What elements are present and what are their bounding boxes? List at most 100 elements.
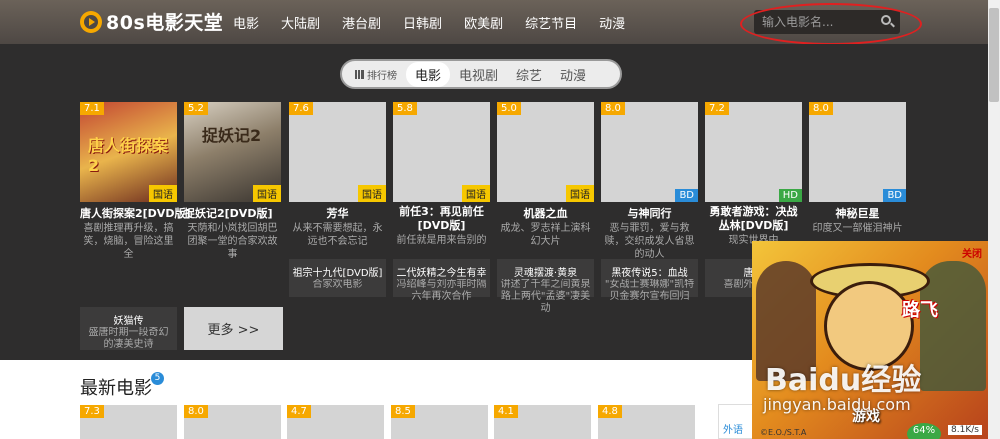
quality-tag: BD: [675, 189, 698, 202]
movie-poster[interactable]: 7.6 国语: [289, 102, 386, 202]
language-tag: 国语: [358, 185, 386, 202]
text-movie-desc: "女战士赛琳娜"凯特贝金赛尔宣布回归: [604, 279, 695, 302]
nav-variety[interactable]: 综艺节目: [525, 13, 577, 32]
side-category-label: 外语: [723, 425, 743, 436]
play-logo-icon: [80, 10, 102, 33]
language-tag: 国语: [462, 185, 490, 202]
highlight-circle: [740, 3, 922, 45]
text-movie-desc: 合家欢电影: [312, 279, 363, 290]
score-badge: 7.2: [705, 102, 729, 115]
count-badge: 5: [151, 372, 164, 385]
text-movie-title[interactable]: 祖宗十九代[DVD版]: [289, 264, 386, 279]
language-tag: 国语: [253, 185, 281, 202]
movie-card[interactable]: 捉妖记2 5.2 国语 捉妖记2[DVD版] 天荫和小岚找回胡巴团聚一堂的合家欢…: [184, 102, 281, 261]
more-button[interactable]: 更多 >>: [184, 307, 283, 350]
nav-movie[interactable]: 电影: [233, 13, 259, 32]
latest-movie-card[interactable]: 8.5: [391, 405, 488, 439]
section-title: 最新电影: [80, 378, 152, 399]
movie-card[interactable]: 8.0 BD 与神同行 恶与罪罚，爱与救赎，交织成发人省思的动人: [601, 102, 698, 261]
tab-tv[interactable]: 电视剧: [450, 62, 507, 87]
score-badge: 7.3: [80, 405, 104, 418]
poster-title: 唐人街探案2: [88, 136, 169, 175]
ad-character-name: 路飞: [902, 300, 938, 321]
nav-mainland-drama[interactable]: 大陆剧: [281, 13, 320, 32]
movie-title[interactable]: 前任3：再见前任[DVD版]: [393, 205, 490, 233]
ad-close-button[interactable]: 关闭: [962, 245, 982, 260]
movie-card[interactable]: 5.8 国语 前任3：再见前任[DVD版] 前任就是用来告别的: [393, 102, 490, 247]
score-badge: 4.7: [287, 405, 311, 418]
movie-card[interactable]: 唐人街探案2 7.1 国语 唐人街探案2[DVD版] 喜剧推理再升级，搞笑，烧脑…: [80, 102, 190, 261]
movie-desc: 天荫和小岚找回胡巴团聚一堂的合家欢故事: [187, 223, 278, 260]
nav-hk-tw-drama[interactable]: 港台剧: [342, 13, 381, 32]
movie-poster[interactable]: 5.0 国语: [497, 102, 594, 202]
text-movie-item[interactable]: 妖猫传 盛唐时期一段奇幻的凄美史诗: [80, 307, 177, 350]
movie-card[interactable]: 7.2 HD 勇敢者游戏：决战丛林[DVD版] 现实世界中: [705, 102, 802, 247]
latest-movie-card[interactable]: 7.3: [80, 405, 177, 439]
text-movie-desc: 讲述了千年之间黄泉路上两代"孟婆"凄美动: [500, 279, 591, 314]
movie-poster[interactable]: 8.0 BD: [601, 102, 698, 202]
tab-ranking-label: 排行榜: [367, 70, 397, 82]
movie-title[interactable]: 与神同行: [601, 205, 698, 221]
tab-ranking[interactable]: 排行榜: [346, 64, 406, 85]
movie-poster[interactable]: 8.0 BD: [809, 102, 906, 202]
text-movie-item[interactable]: 灵魂摆渡·黄泉 讲述了千年之间黄泉路上两代"孟婆"凄美动: [497, 259, 594, 314]
quality-tag: HD: [778, 189, 802, 202]
movie-card[interactable]: 5.0 国语 机器之血 成龙、罗志祥上演科幻大片: [497, 102, 594, 248]
latest-movie-card[interactable]: 8.0: [184, 405, 281, 439]
score-badge: 8.0: [184, 405, 208, 418]
movie-title[interactable]: 勇敢者游戏：决战丛林[DVD版]: [705, 205, 802, 233]
movie-poster[interactable]: 捉妖记2 5.2 国语: [184, 102, 281, 202]
movie-card[interactable]: 8.0 BD 神秘巨星 印度又一部催泪神片: [809, 102, 906, 235]
score-badge: 4.1: [494, 405, 518, 418]
tab-variety[interactable]: 综艺: [507, 62, 551, 87]
tab-anime[interactable]: 动漫: [551, 62, 595, 87]
score-badge: 5.8: [393, 102, 417, 115]
latest-movie-card[interactable]: 4.8: [598, 405, 695, 439]
movie-card[interactable]: 7.6 国语 芳华 从来不需要想起，永远也不会忘记: [289, 102, 386, 248]
language-tag: 国语: [149, 185, 177, 202]
movie-poster[interactable]: 5.8 国语: [393, 102, 490, 202]
movie-title[interactable]: 机器之血: [497, 205, 594, 221]
text-movie-title[interactable]: 妖猫传: [80, 312, 177, 327]
movie-title[interactable]: 捉妖记2[DVD版]: [184, 205, 281, 221]
text-movie-item[interactable]: 二代妖精之今生有幸 冯绍峰与刘亦菲时隔六年再次合作: [393, 259, 490, 302]
movie-desc: 前任就是用来告别的: [396, 235, 487, 246]
text-movie-title[interactable]: 黑夜传说5：血战: [601, 264, 698, 279]
nav-anime[interactable]: 动漫: [599, 13, 625, 32]
movie-desc: 从来不需要想起，永远也不会忘记: [292, 223, 383, 247]
nav-jp-kr-drama[interactable]: 日韩剧: [403, 13, 442, 32]
category-tabs: 排行榜 电影 电视剧 综艺 动漫: [340, 59, 622, 89]
latest-movie-card[interactable]: 4.1: [494, 405, 591, 439]
side-category-box[interactable]: 外语: [718, 404, 754, 439]
latest-movie-card[interactable]: 4.7: [287, 405, 384, 439]
score-badge: 8.5: [391, 405, 415, 418]
bar-chart-icon: [355, 69, 364, 79]
score-badge: 7.6: [289, 102, 313, 115]
tab-movie[interactable]: 电影: [406, 61, 451, 87]
movie-poster[interactable]: 7.2 HD: [705, 102, 802, 202]
text-movie-title[interactable]: 二代妖精之今生有幸: [393, 264, 490, 279]
language-tag: 国语: [566, 185, 594, 202]
text-movie-title[interactable]: 灵魂摆渡·黄泉: [497, 264, 594, 279]
score-badge: 4.8: [598, 405, 622, 418]
text-movie-desc: 冯绍峰与刘亦菲时隔六年再次合作: [396, 279, 487, 302]
site-logo[interactable]: 80s电影天堂: [80, 8, 223, 35]
movie-desc: 喜剧推理再升级，搞笑，烧脑，冒险这里全: [83, 223, 174, 260]
network-speed: 8.1K/s: [948, 425, 982, 435]
scrollbar-thumb[interactable]: [989, 8, 999, 102]
logo-text: 80s电影天堂: [106, 12, 224, 34]
score-badge: 8.0: [809, 102, 833, 115]
poster-title: 捉妖记2: [202, 126, 262, 145]
movie-poster[interactable]: 唐人街探案2 7.1 国语: [80, 102, 177, 202]
text-movie-desc: 盛唐时期一段奇幻的凄美史诗: [88, 327, 169, 350]
score-badge: 5.0: [497, 102, 521, 115]
movie-title[interactable]: 神秘巨星: [809, 205, 906, 221]
nav-western-drama[interactable]: 欧美剧: [464, 13, 503, 32]
movie-desc: 成龙、罗志祥上演科幻大片: [500, 223, 591, 247]
score-badge: 5.2: [184, 102, 208, 115]
text-movie-item[interactable]: 黑夜传说5：血战 "女战士赛琳娜"凯特贝金赛尔宣布回归: [601, 259, 698, 302]
movie-desc: 印度又一部催泪神片: [812, 223, 903, 234]
text-movie-item[interactable]: 祖宗十九代[DVD版] 合家欢电影: [289, 259, 386, 297]
movie-title[interactable]: 唐人街探案2[DVD版]: [80, 205, 190, 221]
movie-title[interactable]: 芳华: [289, 205, 386, 221]
